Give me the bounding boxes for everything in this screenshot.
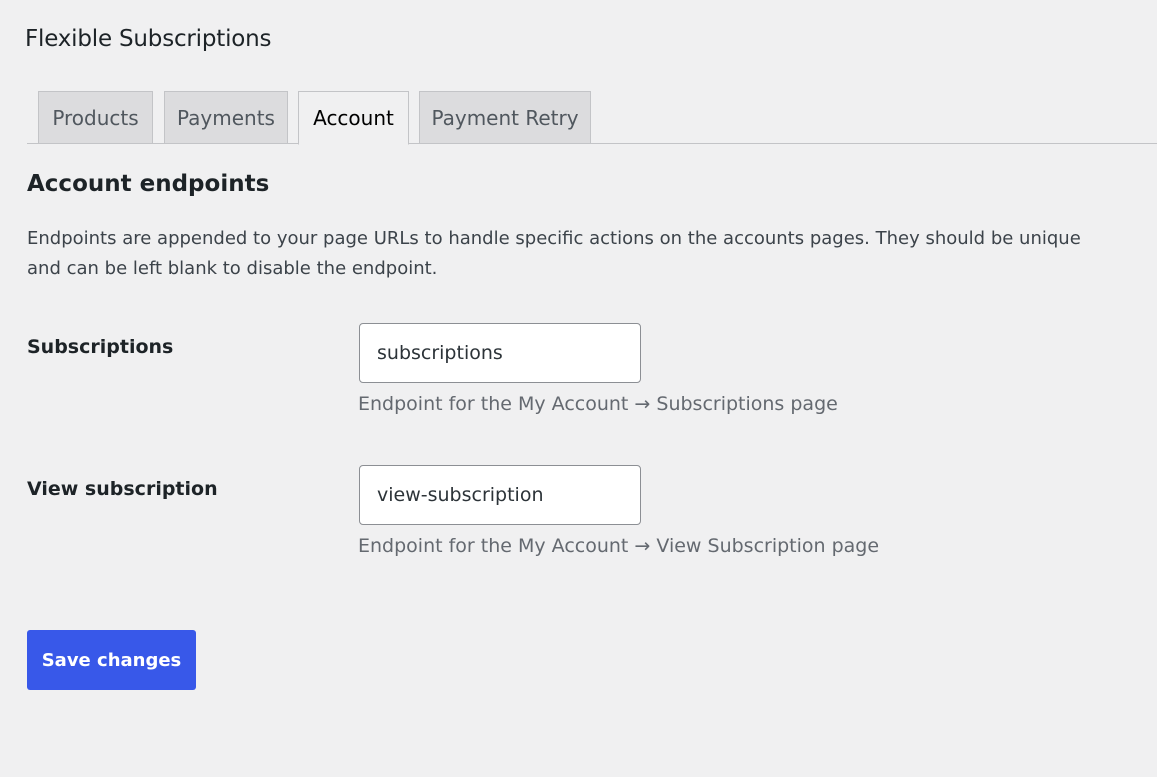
page-title: Flexible Subscriptions bbox=[25, 26, 272, 52]
section-title: Account endpoints bbox=[27, 171, 270, 197]
tab-payment-retry[interactable]: Payment Retry bbox=[419, 91, 591, 144]
tab-payments[interactable]: Payments bbox=[164, 91, 288, 144]
view-subscription-help-text: Endpoint for the My Account → View Subsc… bbox=[358, 535, 880, 557]
section-description: Endpoints are appended to your page URLs… bbox=[27, 228, 1081, 279]
subscriptions-help-text: Endpoint for the My Account → Subscripti… bbox=[358, 393, 838, 415]
subscriptions-endpoint-input[interactable] bbox=[359, 323, 641, 383]
save-changes-button[interactable]: Save changes bbox=[27, 630, 196, 690]
view-subscription-label: View subscription bbox=[27, 478, 218, 500]
tab-products[interactable]: Products bbox=[38, 91, 153, 144]
tab-account[interactable]: Account bbox=[298, 91, 409, 145]
view-subscription-endpoint-input[interactable] bbox=[359, 465, 641, 525]
settings-tabs: Products Payments Account Payment Retry bbox=[27, 91, 1157, 145]
subscriptions-label: Subscriptions bbox=[27, 336, 174, 358]
